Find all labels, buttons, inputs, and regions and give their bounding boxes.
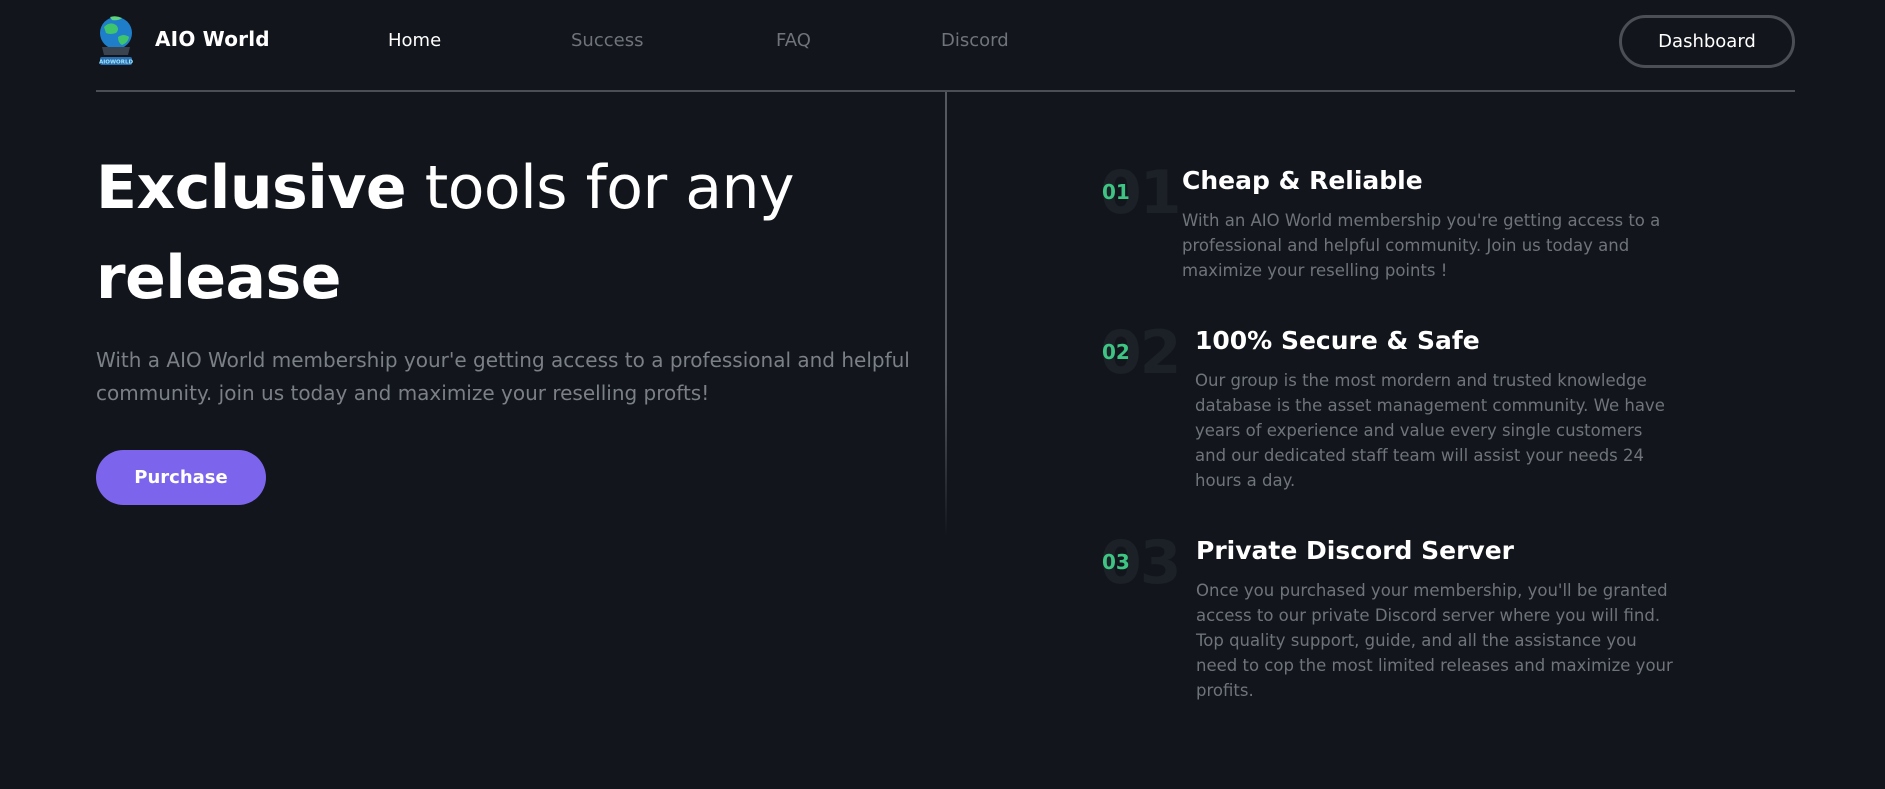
- logo-text: AIOWORLD: [99, 60, 133, 66]
- feature-title: Private Discord Server: [1196, 536, 1514, 565]
- nav-home[interactable]: Home: [388, 30, 441, 51]
- nav-faq[interactable]: FAQ: [776, 30, 811, 51]
- feature-text: Our group is the most mordern and truste…: [1195, 371, 1665, 490]
- hero-title-rest: tools for any: [406, 153, 795, 223]
- hero-description: With a AIO World membership your'e getti…: [96, 348, 910, 405]
- section-divider: [945, 92, 947, 537]
- site-header: AIOWORLD AIO World Home Success FAQ Disc…: [96, 0, 1795, 92]
- feature-title: Cheap & Reliable: [1182, 166, 1423, 195]
- feature-number: 01: [1102, 180, 1130, 204]
- hero-title: Exclusive tools for any release: [96, 143, 896, 323]
- feature-text: Once you purchased your membership, you'…: [1196, 581, 1673, 700]
- nav-success[interactable]: Success: [571, 30, 643, 51]
- nav-discord[interactable]: Discord: [941, 30, 1009, 51]
- feature-number: 03: [1102, 550, 1130, 574]
- purchase-button[interactable]: Purchase: [96, 450, 266, 505]
- page: AIOWORLD AIO World Home Success FAQ Disc…: [0, 0, 1885, 789]
- feature-number: 02: [1102, 340, 1130, 364]
- feature-text: With an AIO World membership you're gett…: [1182, 211, 1661, 280]
- brand-name[interactable]: AIO World: [155, 27, 270, 51]
- dashboard-button[interactable]: Dashboard: [1619, 15, 1795, 68]
- hero-title-bold: Exclusive: [96, 153, 407, 223]
- feature-title: 100% Secure & Safe: [1195, 326, 1480, 355]
- hero-title-line2: release: [96, 243, 341, 313]
- globe-logo-icon[interactable]: AIOWORLD: [96, 13, 136, 69]
